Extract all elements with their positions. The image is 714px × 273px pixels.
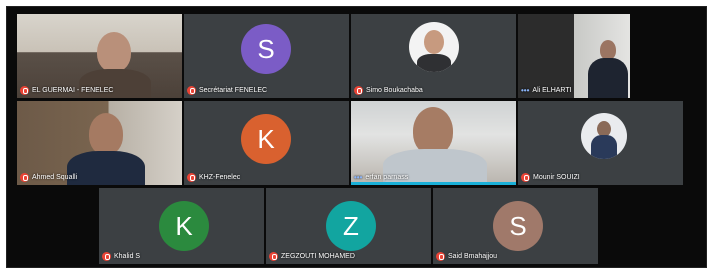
participant-name: Khalid S	[114, 253, 141, 260]
avatar: S	[241, 24, 291, 74]
mic-off-icon	[269, 252, 278, 261]
participant-tile-khalid[interactable]: K Khalid S	[99, 188, 264, 264]
participant-label: Mounir SOUIZI	[521, 173, 580, 182]
avatar-photo-body	[591, 135, 617, 159]
participant-tile-erfan[interactable]: ••• erfan parnass	[351, 101, 516, 185]
participant-label: ZEGZOUTI MOHAMED	[269, 252, 355, 261]
avatar-photo-body	[417, 54, 451, 72]
participant-label: Secrétariat FENELEC	[187, 86, 267, 95]
participant-label: KHZ-Fenelec	[187, 173, 240, 182]
audio-dots-icon: •••	[354, 173, 363, 182]
participant-tile-simo[interactable]: Simo Boukachaba	[351, 14, 516, 98]
participant-label: Said Bmahajjou	[436, 252, 497, 261]
mic-off-icon	[102, 252, 111, 261]
avatar: K	[241, 114, 291, 164]
participant-tile-mounir[interactable]: Mounir SOUIZI	[518, 101, 683, 185]
mic-off-icon	[20, 173, 29, 182]
participant-video-head	[413, 107, 453, 155]
participant-tile-khz[interactable]: K KHZ-Fenelec	[184, 101, 349, 185]
participant-video-head	[600, 40, 616, 60]
participant-tile-zegzouti[interactable]: Z ZEGZOUTI MOHAMED	[266, 188, 431, 264]
participant-video-head	[97, 32, 131, 72]
mic-off-icon	[187, 86, 196, 95]
avatar-initial: K	[175, 210, 193, 241]
audio-dots-icon: •••	[521, 86, 530, 95]
avatar-photo-head	[424, 30, 444, 54]
avatar: Z	[326, 201, 376, 251]
participant-name: KHZ-Fenelec	[199, 174, 241, 181]
participant-video-body	[588, 58, 628, 98]
participant-label: Ahmed Squalli	[20, 173, 77, 182]
participant-label: ••• Ali ELHARTI	[521, 86, 572, 95]
meeting-grid: EL GUERMAI - FENELEC S Secrétariat FENEL…	[6, 6, 707, 268]
participant-tile-said[interactable]: S Said Bmahajjou	[433, 188, 598, 264]
avatar-initial: Z	[343, 210, 359, 241]
avatar: K	[159, 201, 209, 251]
participant-name: Said Bmahajjou	[448, 253, 498, 260]
participant-name: erfan parnass	[365, 174, 409, 181]
participant-name: ZEGZOUTI MOHAMED	[281, 253, 355, 260]
participant-name: Ali ELHARTI	[532, 87, 572, 94]
avatar-initial: S	[257, 33, 275, 64]
avatar-photo	[409, 22, 459, 72]
avatar: S	[493, 201, 543, 251]
participant-tile-ali[interactable]: ••• Ali ELHARTI	[518, 14, 630, 98]
participant-name: Ahmed Squalli	[32, 174, 78, 181]
participant-tile-el-guermai[interactable]: EL GUERMAI - FENELEC	[17, 14, 182, 98]
mic-off-icon	[521, 173, 530, 182]
participant-label: ••• erfan parnass	[354, 173, 408, 182]
mic-off-icon	[354, 86, 363, 95]
participant-name: EL GUERMAI - FENELEC	[32, 87, 114, 94]
participant-tile-ahmed[interactable]: Ahmed Squalli	[17, 101, 182, 185]
participant-label: Khalid S	[102, 252, 140, 261]
participant-name: Mounir SOUIZI	[533, 174, 580, 181]
mic-off-icon	[436, 252, 445, 261]
participant-tile-secretariat[interactable]: S Secrétariat FENELEC	[184, 14, 349, 98]
avatar-photo	[581, 113, 627, 159]
mic-off-icon	[20, 86, 29, 95]
participant-video-body	[67, 151, 145, 185]
participant-label: Simo Boukachaba	[354, 86, 423, 95]
avatar-initial: S	[509, 210, 527, 241]
participant-name: Simo Boukachaba	[366, 87, 423, 94]
participant-video-head	[89, 113, 123, 155]
active-speaker-bar	[351, 182, 516, 185]
participant-label: EL GUERMAI - FENELEC	[20, 86, 113, 95]
mic-off-icon	[187, 173, 196, 182]
avatar-initial: K	[257, 123, 275, 154]
participant-name: Secrétariat FENELEC	[199, 87, 268, 94]
